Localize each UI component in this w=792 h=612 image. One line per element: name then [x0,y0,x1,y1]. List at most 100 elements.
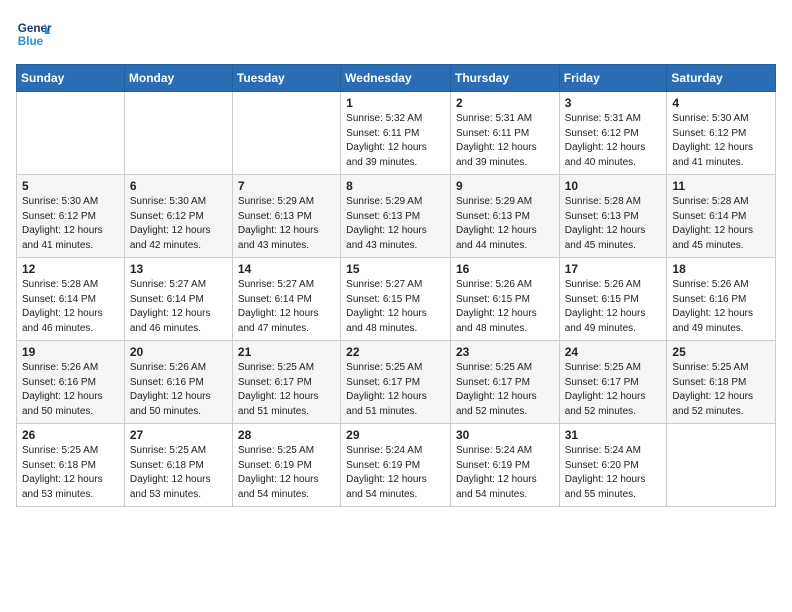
day-info: Sunrise: 5:26 AM Sunset: 6:15 PM Dayligh… [565,278,662,336]
calendar-cell: 30 Sunrise: 5:24 AM Sunset: 6:19 PM Dayli… [450,424,559,507]
day-info: Sunrise: 5:25 AM Sunset: 6:17 PM Dayligh… [346,361,445,419]
calendar-cell: 12 Sunrise: 5:28 AM Sunset: 6:14 PM Dayli… [17,258,125,341]
day-number: 1 [346,96,445,110]
header-day: Saturday [667,65,776,92]
header-day: Sunday [17,65,125,92]
day-number: 30 [456,428,554,442]
day-info: Sunrise: 5:24 AM Sunset: 6:19 PM Dayligh… [456,444,554,502]
day-info: Sunrise: 5:26 AM Sunset: 6:16 PM Dayligh… [672,278,770,336]
calendar-week-row: 26Sunrise: 5:25 AM Sunset: 6:18 PM Dayli… [17,424,776,507]
calendar-cell: 13 Sunrise: 5:27 AM Sunset: 6:14 PM Dayli… [124,258,232,341]
day-number: 6 [130,179,227,193]
calendar-header: SundayMondayTuesdayWednesdayThursdayFrid… [17,65,776,92]
day-info: Sunrise: 5:28 AM Sunset: 6:14 PM Dayligh… [672,195,770,253]
header-day: Friday [559,65,667,92]
day-info: Sunrise: 5:28 AM Sunset: 6:13 PM Dayligh… [565,195,662,253]
day-number: 29 [346,428,445,442]
day-number: 20 [130,345,227,359]
day-info: Sunrise: 5:25 AM Sunset: 6:17 PM Dayligh… [238,361,335,419]
calendar-cell: 20 Sunrise: 5:26 AM Sunset: 6:16 PM Dayli… [124,341,232,424]
svg-text:Blue: Blue [18,35,44,48]
header-day: Wednesday [341,65,451,92]
day-number: 23 [456,345,554,359]
day-number: 5 [22,179,119,193]
day-number: 15 [346,262,445,276]
day-info: Sunrise: 5:29 AM Sunset: 6:13 PM Dayligh… [456,195,554,253]
calendar-cell: 19 Sunrise: 5:26 AM Sunset: 6:16 PM Dayli… [17,341,125,424]
day-number: 24 [565,345,662,359]
day-number: 17 [565,262,662,276]
day-number: 19 [22,345,119,359]
day-number: 7 [238,179,335,193]
day-number: 10 [565,179,662,193]
day-info: Sunrise: 5:31 AM Sunset: 6:11 PM Dayligh… [456,112,554,170]
header-day: Monday [124,65,232,92]
day-number: 22 [346,345,445,359]
day-info: Sunrise: 5:25 AM Sunset: 6:17 PM Dayligh… [565,361,662,419]
day-info: Sunrise: 5:25 AM Sunset: 6:19 PM Dayligh… [238,444,335,502]
calendar-cell: 8 Sunrise: 5:29 AM Sunset: 6:13 PM Daylig… [341,175,451,258]
day-number: 28 [238,428,335,442]
day-info: Sunrise: 5:30 AM Sunset: 6:12 PM Dayligh… [22,195,119,253]
day-number: 31 [565,428,662,442]
day-number: 8 [346,179,445,193]
calendar-week-row: 1 Sunrise: 5:32 AM Sunset: 6:11 PM Daylig… [17,92,776,175]
calendar-cell: 26Sunrise: 5:25 AM Sunset: 6:18 PM Dayli… [17,424,125,507]
day-info: Sunrise: 5:24 AM Sunset: 6:19 PM Dayligh… [346,444,445,502]
calendar-cell: 21 Sunrise: 5:25 AM Sunset: 6:17 PM Dayli… [232,341,340,424]
calendar-cell: 17 Sunrise: 5:26 AM Sunset: 6:15 PM Dayli… [559,258,667,341]
day-number: 12 [22,262,119,276]
calendar-cell: 5 Sunrise: 5:30 AM Sunset: 6:12 PM Daylig… [17,175,125,258]
calendar-cell: 28 Sunrise: 5:25 AM Sunset: 6:19 PM Dayli… [232,424,340,507]
calendar-cell: 29 Sunrise: 5:24 AM Sunset: 6:19 PM Dayli… [341,424,451,507]
day-info: Sunrise: 5:26 AM Sunset: 6:15 PM Dayligh… [456,278,554,336]
calendar-cell: 22 Sunrise: 5:25 AM Sunset: 6:17 PM Dayli… [341,341,451,424]
day-info: Sunrise: 5:29 AM Sunset: 6:13 PM Dayligh… [346,195,445,253]
day-number: 2 [456,96,554,110]
day-info: Sunrise: 5:27 AM Sunset: 6:14 PM Dayligh… [130,278,227,336]
calendar-cell: 4Sunrise: 5:30 AM Sunset: 6:12 PM Daylig… [667,92,776,175]
calendar-cell [232,92,340,175]
day-number: 21 [238,345,335,359]
calendar-cell: 25 Sunrise: 5:25 AM Sunset: 6:18 PM Dayli… [667,341,776,424]
calendar-cell: 1 Sunrise: 5:32 AM Sunset: 6:11 PM Daylig… [341,92,451,175]
day-number: 25 [672,345,770,359]
day-info: Sunrise: 5:30 AM Sunset: 6:12 PM Dayligh… [672,112,770,170]
day-info: Sunrise: 5:24 AM Sunset: 6:20 PM Dayligh… [565,444,662,502]
header-day: Tuesday [232,65,340,92]
day-info: Sunrise: 5:31 AM Sunset: 6:12 PM Dayligh… [565,112,662,170]
day-info: Sunrise: 5:29 AM Sunset: 6:13 PM Dayligh… [238,195,335,253]
day-number: 13 [130,262,227,276]
header-row: SundayMondayTuesdayWednesdayThursdayFrid… [17,65,776,92]
calendar-cell: 10 Sunrise: 5:28 AM Sunset: 6:13 PM Dayli… [559,175,667,258]
day-number: 11 [672,179,770,193]
day-number: 26 [22,428,119,442]
day-info: Sunrise: 5:26 AM Sunset: 6:16 PM Dayligh… [130,361,227,419]
day-info: Sunrise: 5:26 AM Sunset: 6:16 PM Dayligh… [22,361,119,419]
day-number: 16 [456,262,554,276]
logo-icon: General Blue [16,16,52,52]
calendar-cell [17,92,125,175]
day-info: Sunrise: 5:27 AM Sunset: 6:14 PM Dayligh… [238,278,335,336]
day-number: 18 [672,262,770,276]
logo: General Blue [16,16,56,52]
calendar-cell: 9Sunrise: 5:29 AM Sunset: 6:13 PM Daylig… [450,175,559,258]
calendar-cell: 7 Sunrise: 5:29 AM Sunset: 6:13 PM Daylig… [232,175,340,258]
day-info: Sunrise: 5:28 AM Sunset: 6:14 PM Dayligh… [22,278,119,336]
day-number: 27 [130,428,227,442]
day-info: Sunrise: 5:25 AM Sunset: 6:18 PM Dayligh… [672,361,770,419]
day-number: 3 [565,96,662,110]
day-info: Sunrise: 5:27 AM Sunset: 6:15 PM Dayligh… [346,278,445,336]
calendar-table: SundayMondayTuesdayWednesdayThursdayFrid… [16,64,776,507]
day-info: Sunrise: 5:25 AM Sunset: 6:17 PM Dayligh… [456,361,554,419]
calendar-week-row: 12 Sunrise: 5:28 AM Sunset: 6:14 PM Dayli… [17,258,776,341]
calendar-cell: 14Sunrise: 5:27 AM Sunset: 6:14 PM Dayli… [232,258,340,341]
calendar-cell: 27Sunrise: 5:25 AM Sunset: 6:18 PM Dayli… [124,424,232,507]
calendar-cell: 31 Sunrise: 5:24 AM Sunset: 6:20 PM Dayli… [559,424,667,507]
calendar-cell [667,424,776,507]
calendar-cell: 23 Sunrise: 5:25 AM Sunset: 6:17 PM Dayli… [450,341,559,424]
day-info: Sunrise: 5:32 AM Sunset: 6:11 PM Dayligh… [346,112,445,170]
page-header: General Blue [16,16,776,52]
calendar-body: 1 Sunrise: 5:32 AM Sunset: 6:11 PM Daylig… [17,92,776,507]
calendar-cell: 24 Sunrise: 5:25 AM Sunset: 6:17 PM Dayli… [559,341,667,424]
